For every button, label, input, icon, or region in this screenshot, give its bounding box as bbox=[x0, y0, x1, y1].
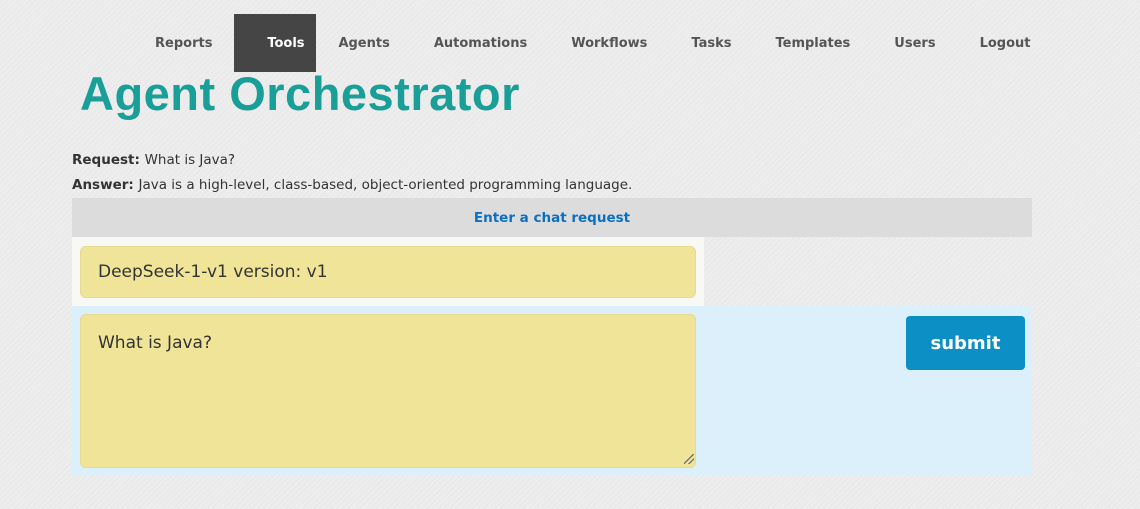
chat-input-panel: What is Java? submit bbox=[72, 306, 1032, 475]
nav-item-users[interactable]: Users bbox=[872, 14, 957, 72]
nav-item-logout[interactable]: Logout bbox=[958, 14, 1053, 72]
nav-item-tasks[interactable]: Tasks bbox=[669, 14, 753, 72]
top-nav: Reports Tools Agents Automations Workflo… bbox=[133, 14, 1052, 72]
nav-item-agents[interactable]: Agents bbox=[316, 14, 411, 72]
chat-request-input[interactable]: What is Java? bbox=[80, 314, 696, 468]
resize-handle-icon[interactable] bbox=[684, 454, 694, 464]
submit-button[interactable]: submit bbox=[906, 316, 1025, 370]
answer-value: Java is a high-level, class-based, objec… bbox=[138, 177, 633, 193]
answer-line: Answer: Java is a high-level, class-base… bbox=[72, 177, 632, 193]
model-select-field[interactable]: DeepSeek-1-v1 version: v1 bbox=[80, 246, 696, 298]
answer-label: Answer: bbox=[72, 177, 134, 193]
nav-item-templates[interactable]: Templates bbox=[753, 14, 872, 72]
model-panel: DeepSeek-1-v1 version: v1 bbox=[72, 237, 704, 306]
chat-request-header: Enter a chat request bbox=[72, 198, 1032, 237]
nav-item-tools[interactable]: Tools bbox=[234, 14, 317, 72]
request-value: What is Java? bbox=[144, 152, 236, 168]
nav-item-automations[interactable]: Automations bbox=[412, 14, 549, 72]
nav-item-workflows[interactable]: Workflows bbox=[549, 14, 669, 72]
page-title: Agent Orchestrator bbox=[80, 67, 520, 120]
request-label: Request: bbox=[72, 152, 140, 168]
nav-item-reports[interactable]: Reports bbox=[133, 14, 234, 72]
request-line: Request: What is Java? bbox=[72, 152, 235, 168]
chat-request-link[interactable]: Enter a chat request bbox=[474, 210, 630, 226]
